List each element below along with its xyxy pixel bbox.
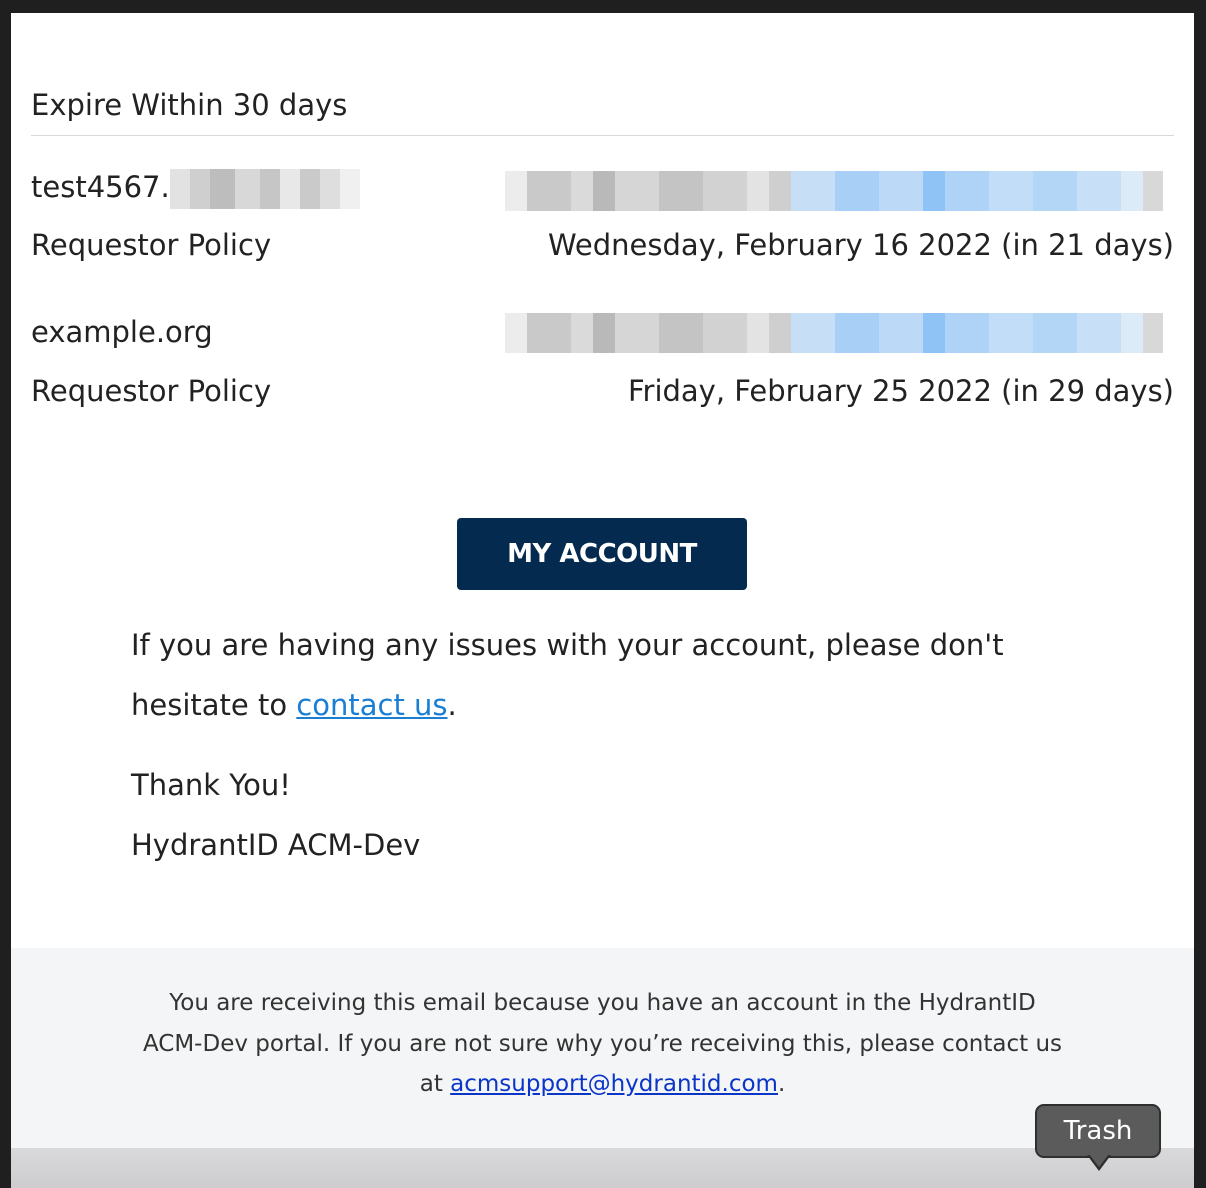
- footer-line2: ACM-Dev portal. If you are not sure why …: [142, 1031, 1063, 1057]
- footer-prefix: at: [419, 1071, 451, 1097]
- trash-tooltip: Trash: [1035, 1104, 1161, 1158]
- my-account-button[interactable]: MY ACCOUNT: [457, 518, 747, 590]
- thanks-text: Thank You!: [131, 768, 291, 802]
- cert-expiry: Wednesday, February 16 2022 (in 21 days): [547, 228, 1174, 262]
- footer-suffix: .: [777, 1071, 786, 1097]
- help-message-suffix: .: [447, 688, 457, 722]
- redacted-detail: [505, 171, 1177, 211]
- cert-domain: test4567.: [31, 169, 360, 209]
- cert-policy: Requestor Policy: [31, 374, 272, 408]
- cert-expiry: Friday, February 25 2022 (in 29 days): [627, 374, 1174, 408]
- footer-line3: at acmsupport@hydrantid.com.: [11, 1071, 1194, 1097]
- divider: [31, 135, 1174, 136]
- contact-us-link[interactable]: contact us: [296, 688, 447, 722]
- redacted-detail: [505, 313, 1177, 353]
- support-email-link[interactable]: acmsupport@hydrantid.com: [450, 1071, 778, 1097]
- bottom-toolbar: [11, 1148, 1194, 1188]
- tooltip-arrow-fill: [1089, 1154, 1109, 1167]
- section-title: Expire Within 30 days: [31, 88, 348, 122]
- cert-domain-text: test4567.: [31, 170, 170, 204]
- signature-text: HydrantID ACM-Dev: [131, 828, 421, 862]
- help-message-line2: hesitate to contact us.: [131, 688, 457, 722]
- cert-policy: Requestor Policy: [31, 228, 272, 262]
- email-body: Expire Within 30 days test4567. Requesto…: [11, 13, 1194, 1188]
- email-footer: You are receiving this email because you…: [11, 948, 1194, 1148]
- redacted-domain: [169, 169, 360, 209]
- help-message-prefix: hesitate to: [131, 688, 297, 722]
- footer-line1: You are receiving this email because you…: [169, 990, 1036, 1016]
- cert-domain: example.org: [31, 315, 213, 349]
- help-message-line1: If you are having any issues with your a…: [131, 628, 1004, 662]
